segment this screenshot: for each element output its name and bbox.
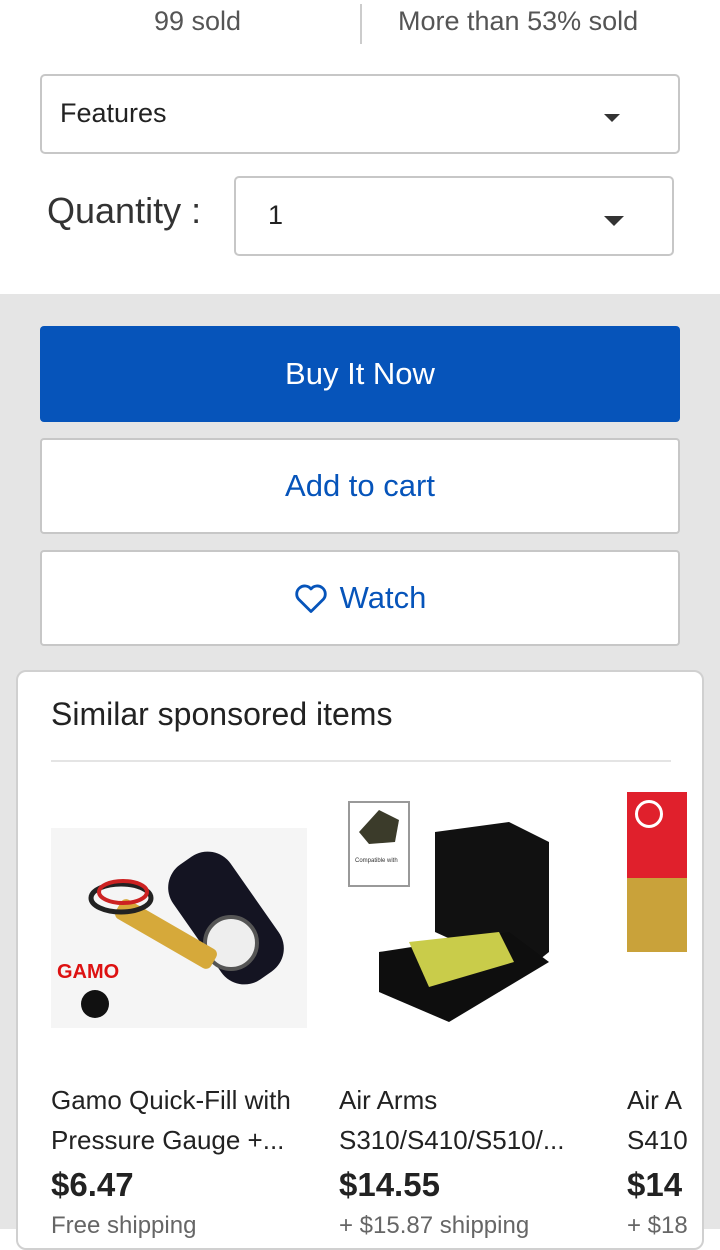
section-divider: [51, 760, 671, 762]
gamo-logo-text: GAMO: [57, 961, 119, 983]
heart-icon: [294, 584, 327, 613]
clock-icon: [635, 800, 663, 828]
percent-sold: More than 53% sold: [398, 6, 639, 36]
quantity-select[interactable]: 1: [234, 176, 674, 256]
watch-button[interactable]: Watch: [40, 550, 680, 646]
product-price: $6.47: [51, 1166, 134, 1203]
action-area: Buy It Now Add to cart Watch Similar spo…: [0, 294, 720, 1250]
product-title: Gamo Quick-Fill with Pressure Gauge +...: [51, 1085, 291, 1155]
deal-badge: [627, 792, 687, 878]
compatibility-label: Compatible with: [355, 858, 398, 864]
product-image: Compatible with: [339, 792, 595, 1042]
add-to-cart-label: Add to cart: [285, 468, 435, 503]
section-title: Similar sponsored items: [51, 696, 393, 732]
sold-count: 99 sold: [154, 6, 242, 36]
similar-sponsored-items: Similar sponsored items GAMO Gamo Quick-…: [16, 670, 704, 1250]
watch-label: Watch: [339, 580, 427, 615]
product-price: $14.55: [339, 1166, 440, 1203]
items-carousel[interactable]: GAMO Gamo Quick-Fill with Pressure Gauge…: [51, 792, 702, 1248]
quantity-label: Quantity :: [47, 190, 202, 231]
quantity-value: 1: [268, 200, 284, 230]
product-shipping: Free shipping: [51, 1212, 197, 1239]
features-select-label: Features: [60, 98, 167, 128]
buy-it-now-label: Buy It Now: [285, 356, 435, 391]
product-shipping: + $15.87 shipping: [339, 1212, 530, 1239]
sales-stats: 99 sold More than 53% sold: [0, 0, 720, 48]
product-shipping: + $18: [627, 1212, 688, 1239]
stat-divider: [360, 4, 362, 44]
features-select[interactable]: Features: [40, 74, 680, 154]
product-title: Air Arms S310/S410/S510/...: [339, 1085, 565, 1155]
product-price: $14: [627, 1166, 683, 1203]
buy-it-now-button[interactable]: Buy It Now: [40, 326, 680, 422]
add-to-cart-button[interactable]: Add to cart: [40, 438, 680, 534]
product-title: Air A S410: [627, 1085, 688, 1155]
product-image: [627, 792, 687, 952]
product-image: GAMO: [51, 828, 307, 1028]
chevron-down-icon: [604, 114, 620, 122]
chevron-down-icon: [604, 216, 624, 226]
